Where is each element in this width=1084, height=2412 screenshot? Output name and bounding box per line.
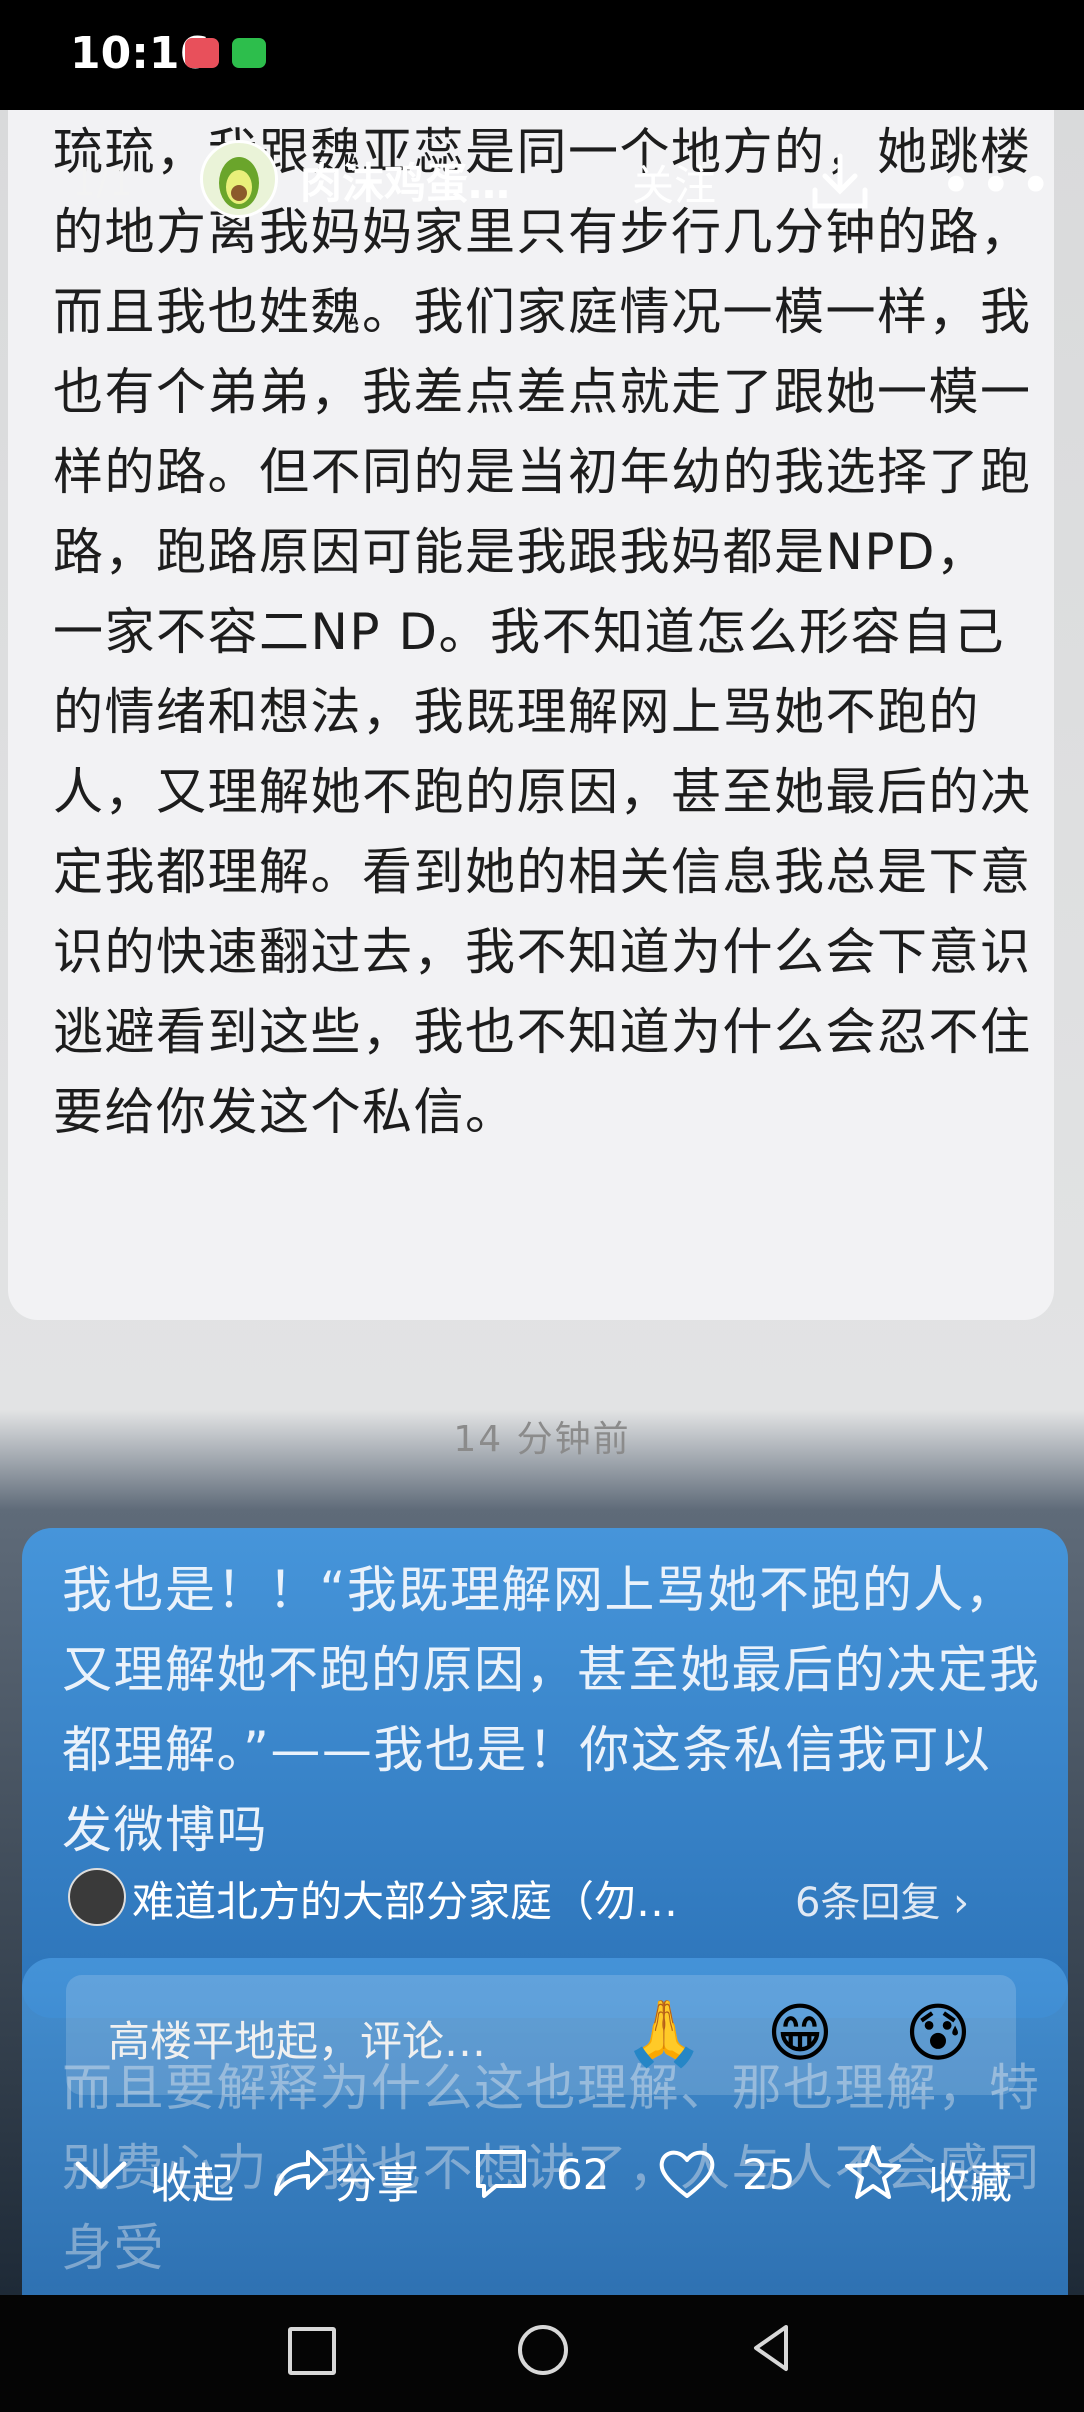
home-icon[interactable]	[518, 2325, 568, 2375]
received-message-bubble: 琉琉，我跟魏亚蕊是同一个地方的，她跳楼的地方离我妈妈家里只有步行几分钟的路，而且…	[8, 110, 1054, 1320]
page-counter: 1/1	[72, 160, 134, 204]
favorite-star-icon[interactable]	[842, 2142, 904, 2204]
recent-apps-icon[interactable]	[288, 2327, 336, 2375]
comment-count[interactable]: 62	[556, 2150, 609, 2199]
avocado-icon	[219, 157, 259, 209]
reply-avatar[interactable]	[68, 1868, 126, 1926]
like-count[interactable]: 25	[742, 2150, 795, 2199]
wechat-icon	[232, 38, 266, 68]
avatar[interactable]	[200, 140, 278, 218]
reply-preview[interactable]: 难道北方的大部分家庭（勿…	[132, 1868, 678, 1929]
share-icon[interactable]	[268, 2142, 330, 2204]
sent-message-bubble: 我也是！！“我既理解网上骂她不跑的人，又理解她不跑的原因，甚至她最后的决定我都理…	[22, 1528, 1068, 2018]
screenshot-viewer: 琉琉，我跟魏亚蕊是同一个地方的，她跳楼的地方离我妈妈家里只有步行几分钟的路，而且…	[0, 110, 1084, 2295]
received-message-text: 琉琉，我跟魏亚蕊是同一个地方的，她跳楼的地方离我妈妈家里只有步行几分钟的路，而且…	[53, 123, 1032, 1141]
username[interactable]: 肉沫鸡蛋…	[300, 150, 510, 211]
collapse-chevron-icon[interactable]	[70, 2142, 132, 2204]
emoji-anxious-icon[interactable]: 😰	[900, 1996, 976, 2072]
follow-button[interactable]: 关注	[632, 152, 716, 213]
share-button[interactable]: 分享	[335, 2150, 419, 2211]
more-icon[interactable]: •••	[940, 159, 1060, 213]
favorite-button[interactable]: 收藏	[928, 2150, 1012, 2211]
navigation-bar	[0, 2295, 1084, 2412]
sent-message-text: 我也是！！“我既理解网上骂她不跑的人，又理解她不跑的原因，甚至她最后的决定我都理…	[62, 1561, 1041, 1859]
huawei-app-icon	[185, 38, 219, 68]
comment-placeholder: 高楼平地起，评论…	[108, 2017, 487, 2066]
emoji-pray-icon[interactable]: 🙏	[624, 1996, 704, 2072]
back-icon[interactable]	[746, 2321, 796, 2375]
emoji-grin-icon[interactable]: 😁	[762, 1996, 838, 2072]
comment-icon[interactable]	[470, 2142, 532, 2204]
download-icon[interactable]	[805, 148, 875, 218]
reply-count-link[interactable]: 6条回复 ›	[795, 1870, 969, 1928]
message-timestamp: 14 分钟前	[453, 1419, 631, 1460]
collapse-button[interactable]: 收起	[150, 2150, 234, 2211]
like-heart-icon[interactable]	[656, 2142, 718, 2204]
